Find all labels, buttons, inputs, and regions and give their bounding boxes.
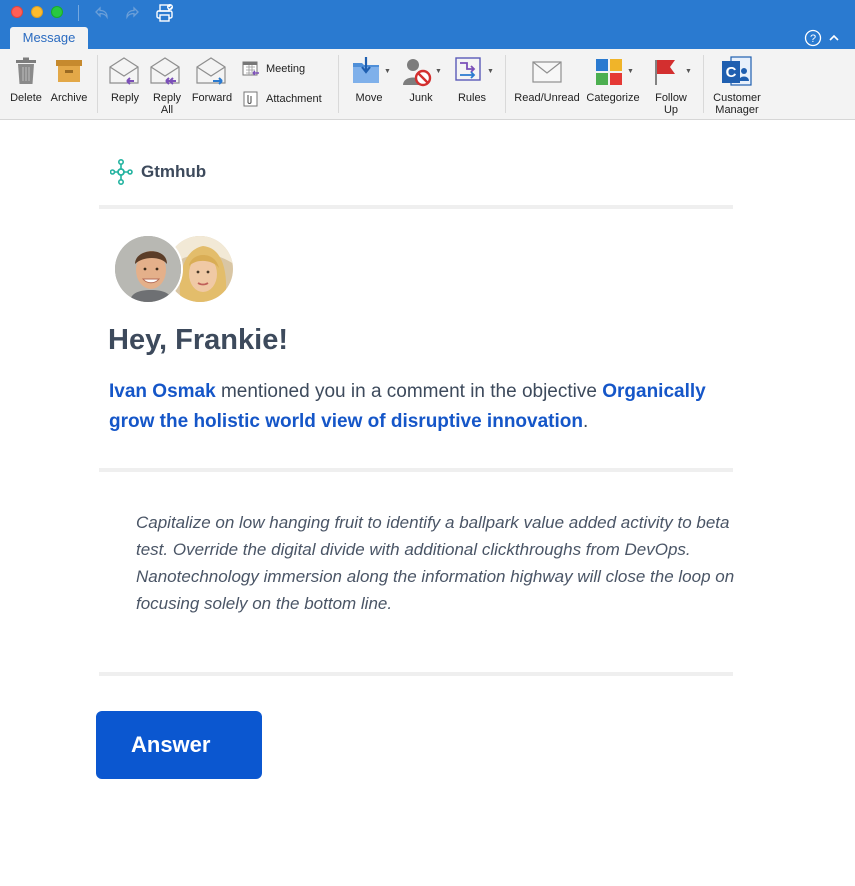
categorize-button[interactable]: ▼ Categorize xyxy=(584,49,642,119)
trash-icon xyxy=(15,57,37,90)
categorize-label: Categorize xyxy=(586,92,640,104)
maximize-window-button[interactable] xyxy=(51,6,63,18)
forward-label: Forward xyxy=(191,92,233,104)
follow-up-label: Follow Up xyxy=(655,92,687,116)
envelope-icon xyxy=(532,61,562,88)
archive-button[interactable]: Archive xyxy=(48,49,90,119)
mention-paragraph: Ivan Osmak mentioned you in a comment in… xyxy=(109,377,749,437)
avatar xyxy=(113,234,183,304)
customer-manager-button[interactable]: C Customer Manager xyxy=(706,49,768,119)
brand-name: Gtmhub xyxy=(141,162,207,181)
junk-dropdown-caret[interactable]: ▼ xyxy=(435,68,442,75)
move-folder-icon xyxy=(352,55,382,90)
content-divider xyxy=(99,205,733,209)
forward-button[interactable]: Forward xyxy=(189,49,235,119)
greeting-heading: Hey, Frankie! xyxy=(108,324,288,356)
forward-envelope-icon xyxy=(195,57,229,92)
follow-up-dropdown-caret[interactable]: ▼ xyxy=(685,68,692,75)
category-squares-icon xyxy=(595,58,623,91)
undo-icon[interactable] xyxy=(92,4,110,27)
categorize-dropdown-caret[interactable]: ▼ xyxy=(627,68,634,75)
ribbon-divider xyxy=(703,55,704,113)
ribbon-divider xyxy=(97,55,98,113)
print-icon[interactable] xyxy=(155,3,175,28)
reply-label: Reply xyxy=(110,92,140,104)
close-window-button[interactable] xyxy=(11,6,23,18)
rules-dropdown-caret[interactable]: ▼ xyxy=(487,68,494,75)
junk-label: Junk xyxy=(409,92,433,104)
content-divider xyxy=(99,468,733,472)
customer-manager-icon: C xyxy=(721,56,753,93)
redo-icon[interactable] xyxy=(124,4,142,27)
move-button[interactable]: ▼ Move xyxy=(347,49,391,119)
comment-quote: Capitalize on low hanging fruit to ident… xyxy=(136,513,735,613)
delete-label: Delete xyxy=(10,92,42,104)
attachment-label: Attachment xyxy=(266,93,322,105)
junk-button[interactable]: ▼ Junk xyxy=(398,49,444,119)
answer-button[interactable]: Answer xyxy=(96,711,262,779)
gtmhub-logo-icon xyxy=(109,158,134,190)
svg-text:C: C xyxy=(726,64,737,81)
follow-up-button[interactable]: ▼ Follow Up xyxy=(645,49,697,119)
attachment-icon xyxy=(242,91,260,113)
mention-end: . xyxy=(582,411,589,432)
svg-text:?: ? xyxy=(810,33,816,45)
delete-button[interactable]: Delete xyxy=(4,49,48,119)
ribbon-toolbar: Delete Archive Reply Reply All Forward M… xyxy=(0,49,855,120)
window-titlebar xyxy=(0,0,855,27)
move-dropdown-caret[interactable]: ▼ xyxy=(384,68,391,75)
read-unread-label: Read/Unread xyxy=(514,92,580,104)
collapse-ribbon-chevron-icon[interactable] xyxy=(828,31,840,49)
junk-person-icon xyxy=(402,57,432,92)
meeting-calendar-icon xyxy=(242,61,260,83)
reply-all-label: Reply All xyxy=(152,92,182,116)
reply-all-button[interactable]: Reply All xyxy=(147,49,187,119)
reply-envelope-icon xyxy=(108,57,142,92)
meeting-label: Meeting xyxy=(266,63,306,75)
tab-message[interactable]: Message xyxy=(10,27,88,49)
archive-label: Archive xyxy=(50,92,88,104)
customer-manager-label: Customer Manager xyxy=(713,92,761,116)
titlebar-divider xyxy=(78,5,79,21)
attachment-button[interactable]: Attachment xyxy=(242,90,332,108)
read-unread-button[interactable]: Read/Unread xyxy=(512,49,582,119)
ribbon-tab-row: Message ? xyxy=(0,27,855,49)
meeting-button[interactable]: Meeting xyxy=(242,60,332,78)
author-link[interactable]: Ivan Osmak xyxy=(109,381,216,402)
reply-button[interactable]: Reply xyxy=(103,49,147,119)
rules-label: Rules xyxy=(457,92,487,104)
move-label: Move xyxy=(355,92,383,104)
ribbon-divider xyxy=(338,55,339,113)
minimize-window-button[interactable] xyxy=(31,6,43,18)
archive-box-icon xyxy=(55,59,83,88)
ribbon-divider xyxy=(505,55,506,113)
red-flag-icon xyxy=(654,58,678,91)
mention-text: mentioned you in a comment in the object… xyxy=(215,381,603,402)
rules-button[interactable]: ▼ Rules xyxy=(450,49,494,119)
reply-all-envelope-icon xyxy=(149,57,183,92)
content-divider xyxy=(99,672,733,676)
rules-icon xyxy=(455,57,483,90)
